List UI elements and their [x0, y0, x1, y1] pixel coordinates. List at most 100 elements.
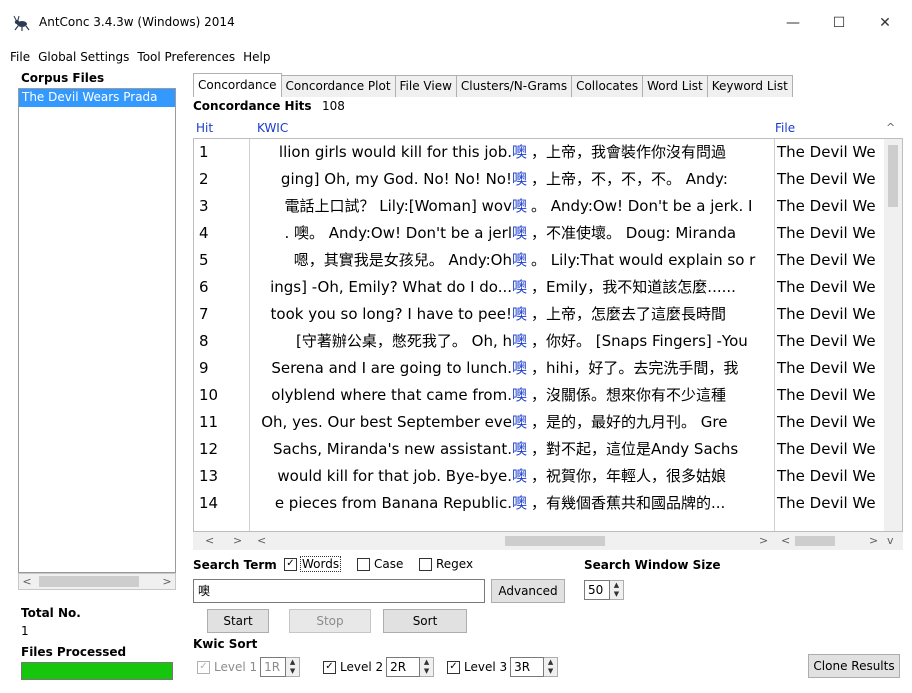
checkbox-box[interactable]	[357, 557, 370, 571]
scroll-up-icon[interactable]: ^	[886, 121, 895, 134]
file-name-cell[interactable]: The Devil We	[775, 274, 884, 301]
file-scroll-right-icon[interactable]: >	[869, 534, 878, 547]
kwic-line[interactable]: e pieces from Banana Republic. 噢，有幾個香蕉共和國…	[251, 490, 773, 517]
menu-file[interactable]: File	[10, 50, 30, 64]
corpus-list-hscrollbar[interactable]: < >	[18, 573, 176, 590]
file-name-cell[interactable]: The Devil We	[775, 382, 884, 409]
kwic-keyword[interactable]: 噢	[512, 166, 527, 193]
hit-column-header[interactable]: Hit	[196, 121, 213, 135]
level3-sort[interactable]: ✓ Level 3 3R ▲ ▼	[447, 657, 559, 677]
tab-file-view[interactable]: File View	[394, 75, 457, 97]
kwic-line[interactable]: [守著辦公桌，憋死我了。 Oh, h 噢，你好。 [Snaps Fingers] …	[251, 328, 773, 355]
minimize-button[interactable]: —	[770, 0, 816, 46]
spinner-updown-icon[interactable]: ▲ ▼	[286, 657, 301, 677]
scroll-thumb[interactable]	[39, 576, 139, 587]
level2-value[interactable]: 2R	[386, 657, 421, 677]
kwic-column-header[interactable]: KWIC	[257, 121, 288, 135]
menu-tool-preferences[interactable]: Tool Preferences	[137, 50, 235, 64]
file-column-header[interactable]: File	[775, 121, 795, 135]
kwic-keyword[interactable]: 噢	[512, 490, 527, 517]
corpus-file-item[interactable]: The Devil Wears Prada	[19, 89, 175, 107]
search-window-size-spinner[interactable]: 50 ▲ ▼	[584, 580, 624, 600]
close-button[interactable]: ✕	[862, 0, 908, 46]
concordance-results[interactable]: 1 2 3 4 5 6 7 8 9 10 11 12 13 14 llion girls would ki…	[193, 138, 903, 532]
stop-button[interactable]: Stop	[289, 609, 371, 633]
tab-collocates[interactable]: Collocates	[571, 75, 644, 97]
concordance-hscrollbars[interactable]: < > < > < > v	[193, 532, 903, 550]
spinner-updown-icon[interactable]: ▲ ▼	[544, 657, 559, 677]
spinner-updown-icon[interactable]: ▲ ▼	[420, 657, 435, 677]
menu-help[interactable]: Help	[243, 50, 270, 64]
kwic-column[interactable]: llion girls would kill for this job. 噢，上帝…	[251, 139, 773, 531]
kwic-keyword[interactable]: 噢	[512, 247, 527, 274]
kwic-scroll-right-icon[interactable]: >	[759, 534, 768, 547]
file-name-cell[interactable]: The Devil We	[775, 409, 884, 436]
checkbox-box[interactable]	[419, 557, 432, 571]
tab-keyword-list[interactable]: Keyword List	[706, 75, 793, 97]
kwic-keyword[interactable]: 噢	[512, 328, 527, 355]
file-name-cell[interactable]: The Devil We	[775, 220, 884, 247]
kwic-line[interactable]: ging] Oh, my God. No! No! No! 噢，上帝，不，不，不。…	[251, 166, 773, 193]
file-scroll-thumb[interactable]	[795, 536, 835, 546]
file-name-cell[interactable]: The Devil We	[775, 301, 884, 328]
file-name-cell[interactable]: The Devil We	[775, 463, 884, 490]
file-name-cell[interactable]: The Devil We	[775, 436, 884, 463]
menu-global-settings[interactable]: Global Settings	[38, 50, 129, 64]
tab-clusters-ngrams[interactable]: Clusters/N-Grams	[455, 75, 573, 97]
file-name-cell[interactable]: The Devil We	[775, 247, 884, 274]
kwic-keyword[interactable]: 噢	[512, 355, 527, 382]
kwic-scroll-left-icon[interactable]: <	[257, 534, 266, 547]
checkmark-icon[interactable]: ✓	[447, 660, 460, 674]
kwic-line[interactable]: ings] -Oh, Emily? What do I do... 噢，Emily…	[251, 274, 773, 301]
level1-sort[interactable]: ✓ Level 1 1R ▲ ▼	[197, 657, 304, 677]
file-name-cell[interactable]: The Devil We	[775, 193, 884, 220]
kwic-line[interactable]: . 噢。 Andy:Ow! Don't be a jerl 噢，不准使壞。 Dou…	[251, 220, 773, 247]
corpus-file-list[interactable]: The Devil Wears Prada	[18, 88, 176, 573]
concordance-vscrollbar[interactable]	[884, 139, 902, 531]
file-name-cell[interactable]: The Devil We	[775, 355, 884, 382]
file-name-cell[interactable]: The Devil We	[775, 139, 884, 166]
scroll-thumb[interactable]	[888, 145, 898, 207]
words-checkbox[interactable]: ✓ Words	[284, 556, 342, 572]
case-checkbox[interactable]: Case	[357, 557, 403, 571]
kwic-line[interactable]: Serena and I are going to lunch. 噢，hihi，好…	[251, 355, 773, 382]
level1-value[interactable]: 1R	[260, 657, 287, 677]
clone-results-button[interactable]: Clone Results	[808, 654, 900, 678]
scroll-down-icon[interactable]: v	[887, 534, 894, 547]
kwic-scroll-thumb[interactable]	[505, 536, 605, 546]
kwic-keyword[interactable]: 噢	[512, 463, 527, 490]
kwic-line[interactable]: would kill for that job. Bye-bye. 噢，祝賀你，年…	[251, 463, 773, 490]
kwic-keyword[interactable]: 噢	[512, 409, 527, 436]
regex-checkbox[interactable]: Regex	[419, 557, 473, 571]
file-name-cell[interactable]: The Devil We	[775, 166, 884, 193]
level2-sort[interactable]: ✓ Level 2 2R ▲ ▼	[323, 657, 435, 677]
kwic-line[interactable]: llion girls would kill for this job. 噢，上帝…	[251, 139, 773, 166]
checkmark-icon[interactable]: ✓	[323, 660, 336, 674]
search-term-input[interactable]: 噢	[193, 579, 485, 603]
scroll-right-icon[interactable]: >	[159, 574, 175, 589]
file-column[interactable]: The Devil We The Devil We The Devil We The …	[774, 139, 884, 531]
file-name-cell[interactable]: The Devil We	[775, 328, 884, 355]
kwic-keyword[interactable]: 噢	[512, 382, 527, 409]
level3-value[interactable]: 3R	[510, 657, 545, 677]
checkmark-icon[interactable]: ✓	[284, 557, 297, 571]
advanced-button[interactable]: Advanced	[491, 579, 565, 603]
kwic-line[interactable]: Oh, yes. Our best September eve 噢，是的，最好的九…	[251, 409, 773, 436]
kwic-line[interactable]: took you so long? I have to pee! 噢，上帝，怎麼去…	[251, 301, 773, 328]
checkmark-icon[interactable]: ✓	[197, 660, 210, 674]
kwic-keyword[interactable]: 噢	[512, 139, 527, 166]
spinner-updown-icon[interactable]: ▲ ▼	[610, 580, 624, 600]
scroll-left-icon[interactable]: <	[19, 574, 35, 589]
hit-scroll-left-icon[interactable]: <	[205, 534, 214, 547]
tab-word-list[interactable]: Word List	[642, 75, 708, 97]
kwic-line[interactable]: olyblend where that came from. 噢，沒關係。想來你有…	[251, 382, 773, 409]
file-name-cell[interactable]: The Devil We	[775, 490, 884, 517]
kwic-line[interactable]: 嗯，其實我是女孩兒。 Andy:Oh 噢。 Lily:That would exp…	[251, 247, 773, 274]
file-scroll-left-icon[interactable]: <	[781, 534, 790, 547]
kwic-line[interactable]: Sachs, Miranda's new assistant. 噢，對不起，這位是…	[251, 436, 773, 463]
kwic-keyword[interactable]: 噢	[512, 436, 527, 463]
tab-concordance-plot[interactable]: Concordance Plot	[280, 75, 396, 97]
maximize-button[interactable]: ☐	[816, 0, 862, 46]
start-button[interactable]: Start	[207, 609, 269, 633]
kwic-keyword[interactable]: 噢	[512, 274, 527, 301]
